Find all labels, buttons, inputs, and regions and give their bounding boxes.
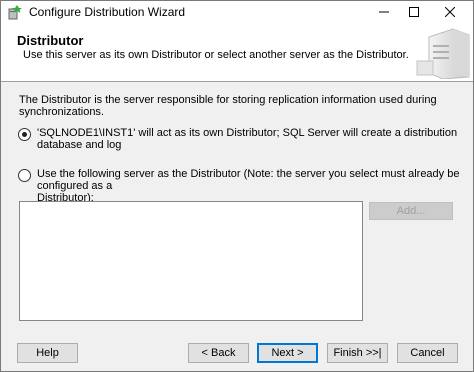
maximize-icon (409, 7, 419, 17)
back-button[interactable]: < Back (188, 343, 249, 363)
own-distributor-label: 'SQLNODE1\INST1' will act as its own Dis… (37, 127, 458, 151)
next-button[interactable]: Next > (257, 343, 318, 363)
wizard-app-icon (8, 5, 22, 20)
server-illustration-icon (416, 28, 470, 79)
other-distributor-option[interactable]: Use the following server as the Distribu… (18, 168, 473, 204)
cancel-button[interactable]: Cancel (397, 343, 458, 363)
close-button[interactable] (433, 1, 467, 23)
own-distributor-option[interactable]: 'SQLNODE1\INST1' will act as its own Dis… (18, 127, 473, 151)
other-distributor-label: Use the following server as the Distribu… (37, 168, 473, 204)
page-subtitle: Use this server as its own Distributor o… (23, 49, 409, 61)
add-server-button[interactable]: Add... (369, 202, 453, 220)
minimize-button[interactable] (367, 1, 401, 23)
other-distributor-radio[interactable] (18, 169, 31, 182)
other-distributor-label-line1: Use the following server as the Distribu… (37, 168, 460, 192)
page-header: Distributor Use this server as its own D… (1, 23, 473, 82)
page-title: Distributor (17, 33, 84, 48)
own-distributor-radio[interactable] (18, 128, 31, 141)
distributor-description: The Distributor is the server responsibl… (19, 94, 437, 118)
close-icon (445, 7, 455, 17)
minimize-icon (379, 11, 389, 13)
window-title: Configure Distribution Wizard (29, 5, 186, 19)
finish-button[interactable]: Finish >>| (327, 343, 388, 363)
help-button[interactable]: Help (17, 343, 78, 363)
maximize-button[interactable] (397, 1, 431, 23)
wizard-window: Configure Distribution Wizard Distributo… (0, 0, 474, 372)
distributor-server-list[interactable] (19, 201, 363, 321)
title-bar: Configure Distribution Wizard (1, 1, 473, 23)
